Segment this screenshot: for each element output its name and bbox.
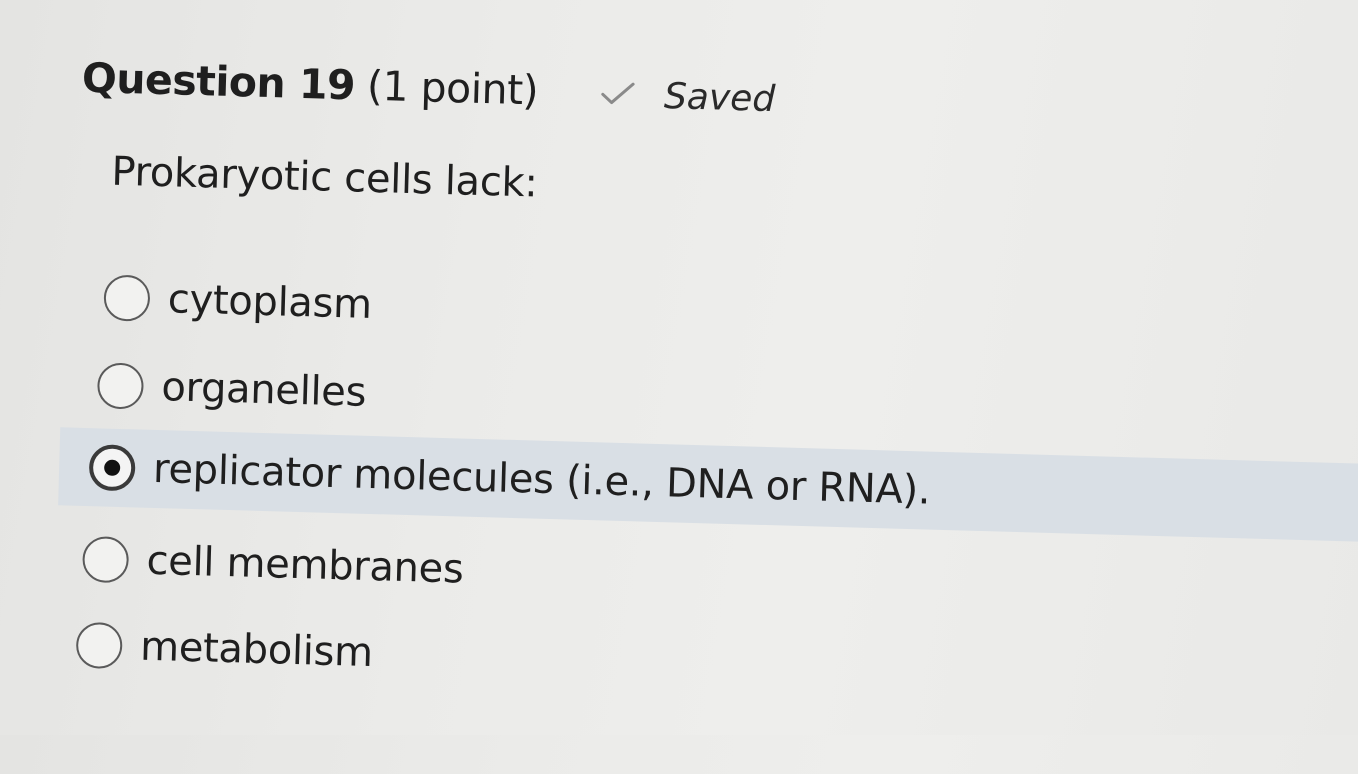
saved-label: Saved	[663, 76, 776, 121]
question-title: Question 19	[81, 53, 356, 110]
radio-button[interactable]	[96, 362, 145, 410]
quiz-question: Question 19 (1 point) Saved Prokaryotic …	[0, 0, 1358, 770]
radio-button[interactable]	[75, 621, 123, 670]
option-cytoplasm[interactable]: cytoplasm	[103, 258, 373, 343]
radio-button[interactable]	[103, 274, 151, 322]
radio-button-selected[interactable]	[88, 444, 136, 492]
question-points: (1 point)	[366, 61, 539, 115]
option-label[interactable]: replicator molecules (i.e., DNA or RNA).	[153, 446, 931, 514]
option-organelles[interactable]: organelles	[96, 346, 367, 431]
saved-status: Saved	[599, 74, 776, 121]
radio-button[interactable]	[81, 535, 130, 584]
option-cell-membranes[interactable]: cell membranes	[81, 520, 465, 609]
check-icon	[600, 80, 637, 107]
option-label[interactable]: cell membranes	[146, 538, 464, 593]
option-label[interactable]: cytoplasm	[167, 276, 372, 328]
question-header: Question 19 (1 point) Saved	[81, 54, 776, 121]
option-label[interactable]: metabolism	[140, 624, 374, 676]
question-prompt: Prokaryotic cells lack:	[110, 148, 539, 207]
option-metabolism[interactable]: metabolism	[75, 606, 374, 692]
option-label[interactable]: organelles	[161, 364, 367, 416]
